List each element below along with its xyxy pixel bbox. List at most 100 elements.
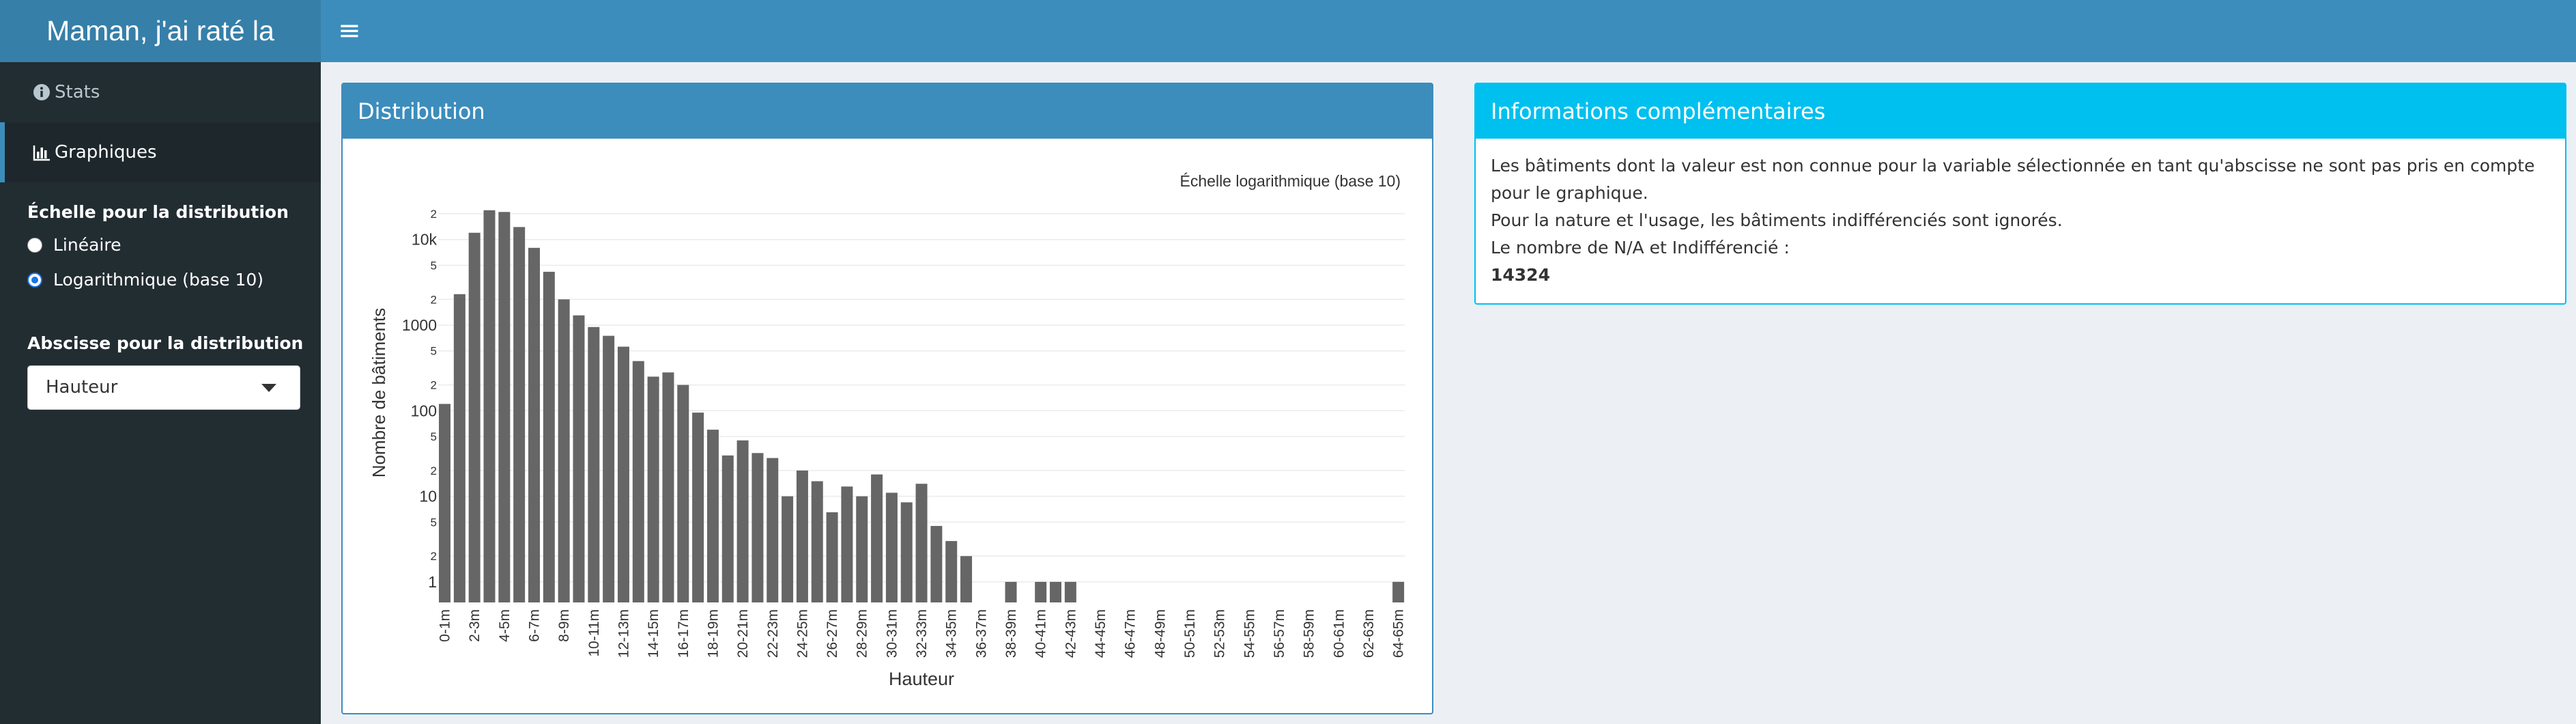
x-tick-label: 42-43m	[1063, 609, 1078, 658]
scale-label: Échelle pour la distribution	[27, 202, 289, 222]
bar	[617, 346, 629, 602]
bar	[767, 458, 779, 602]
radio-button-selected[interactable]	[27, 273, 42, 288]
x-tick-label: 16-17m	[676, 609, 691, 658]
x-tick-label: 52-53m	[1212, 609, 1228, 658]
x-tick-label: 22-23m	[765, 609, 781, 658]
bar	[692, 413, 704, 602]
x-tick-label: 20-21m	[735, 609, 751, 658]
y-tick-minor-label: 2	[431, 550, 437, 563]
y-tick-label: 10k	[412, 231, 438, 249]
x-tick-label: 8-9m	[556, 609, 572, 642]
y-tick-minor-label: 5	[431, 516, 437, 529]
bar	[782, 496, 794, 602]
x-tick-label: 10-11m	[586, 609, 602, 657]
bar-chart-icon	[33, 145, 50, 161]
bar	[453, 294, 466, 602]
chart-subtitle: Échelle logarithmique (base 10)	[1180, 172, 1401, 190]
x-tick-label: 4-5m	[497, 609, 513, 642]
x-tick-label: 36-37m	[973, 609, 989, 658]
radio-label: Logarithmique (base 10)	[53, 270, 264, 290]
x-tick-label: 34-35m	[944, 609, 960, 658]
x-tick-label: 44-45m	[1093, 609, 1108, 658]
bar	[588, 326, 600, 602]
x-tick-label: 56-57m	[1272, 609, 1287, 658]
x-tick-label: 64-65m	[1391, 609, 1407, 658]
info-line-2: Pour la nature et l'usage, les bâtiments…	[1491, 210, 2063, 230]
y-tick-label: 1000	[402, 316, 437, 334]
bar	[558, 299, 570, 602]
app-title[interactable]: Maman, j'ai raté la	[0, 0, 321, 62]
sidebar: Stats Graphiques Échelle pour la distrib…	[0, 62, 321, 724]
info-line-1: Les bâtiments dont la valeur est non con…	[1491, 156, 2535, 203]
x-tick-label: 60-61m	[1331, 609, 1347, 658]
bar	[1392, 581, 1405, 602]
bar	[632, 361, 644, 602]
y-tick-minor-label: 5	[431, 430, 437, 443]
y-tick-minor-label: 5	[431, 259, 437, 272]
sidebar-item-label: Stats	[55, 82, 100, 102]
info-text: Les bâtiments dont la valeur est non con…	[1491, 152, 2538, 289]
bar	[677, 385, 689, 602]
y-tick-minor-label: 2	[431, 293, 437, 306]
x-axis-title: Hauteur	[889, 669, 954, 689]
bar	[513, 227, 526, 602]
bar	[528, 247, 540, 602]
bar	[960, 556, 973, 602]
bar	[930, 526, 943, 602]
y-tick-minor-label: 2	[431, 208, 437, 221]
bar	[900, 502, 913, 602]
bar	[1064, 581, 1076, 602]
top-navbar: Maman, j'ai raté la ≡	[0, 0, 2576, 62]
sidebar-item-stats[interactable]: Stats	[0, 62, 321, 122]
bar	[662, 372, 674, 602]
y-axis-title: Nombre de bâtiments	[369, 308, 389, 478]
x-tick-label: 46-47m	[1123, 609, 1139, 658]
x-tick-label: 48-49m	[1152, 609, 1168, 658]
bar	[1050, 581, 1062, 602]
sidebar-item-graphiques[interactable]: Graphiques	[0, 122, 321, 182]
bar	[826, 512, 838, 602]
bar	[647, 376, 659, 602]
y-tick-label: 10	[419, 488, 437, 505]
x-tick-label: 24-25m	[795, 609, 810, 658]
bar	[736, 440, 749, 602]
abscissa-label: Abscisse pour la distribution	[27, 333, 304, 353]
x-tick-label: 62-63m	[1361, 609, 1377, 658]
bar	[573, 315, 585, 602]
bar	[706, 430, 719, 602]
x-tick-label: 18-19m	[705, 609, 721, 658]
bar	[498, 212, 511, 602]
x-tick-label: 2-3m	[467, 609, 483, 642]
x-tick-label: 50-51m	[1182, 609, 1198, 658]
info-line-3: Le nombre de N/A et Indifférencié :	[1491, 238, 1790, 257]
y-tick-label: 100	[411, 402, 437, 419]
abscissa-select[interactable]: Hauteur	[27, 365, 300, 410]
bar	[483, 210, 496, 602]
x-tick-label: 40-41m	[1033, 609, 1049, 658]
x-tick-label: 58-59m	[1302, 609, 1317, 658]
chevron-down-icon	[261, 384, 276, 392]
radio-label: Linéaire	[53, 235, 121, 255]
x-tick-label: 0-1m	[438, 609, 453, 642]
info-circle-icon	[33, 84, 50, 100]
bar	[721, 455, 734, 602]
x-tick-label: 32-33m	[914, 609, 930, 658]
bar	[543, 271, 555, 602]
y-tick-minor-label: 2	[431, 379, 437, 392]
radio-button[interactable]	[27, 238, 42, 253]
bar	[603, 335, 615, 602]
info-box: Informations complémentaires Les bâtimen…	[1474, 83, 2566, 305]
bar	[856, 496, 868, 602]
x-tick-label: 12-13m	[616, 609, 631, 658]
bar	[915, 484, 928, 602]
bar	[752, 453, 764, 602]
x-tick-label: 26-27m	[825, 609, 840, 658]
hamburger-icon[interactable]: ≡	[338, 15, 361, 46]
x-tick-label: 38-39m	[1003, 609, 1019, 658]
y-tick-minor-label: 5	[431, 345, 437, 358]
bar	[468, 232, 481, 603]
bar	[1035, 581, 1047, 602]
x-tick-label: 28-29m	[855, 609, 870, 658]
x-tick-label: 30-31m	[884, 609, 900, 658]
